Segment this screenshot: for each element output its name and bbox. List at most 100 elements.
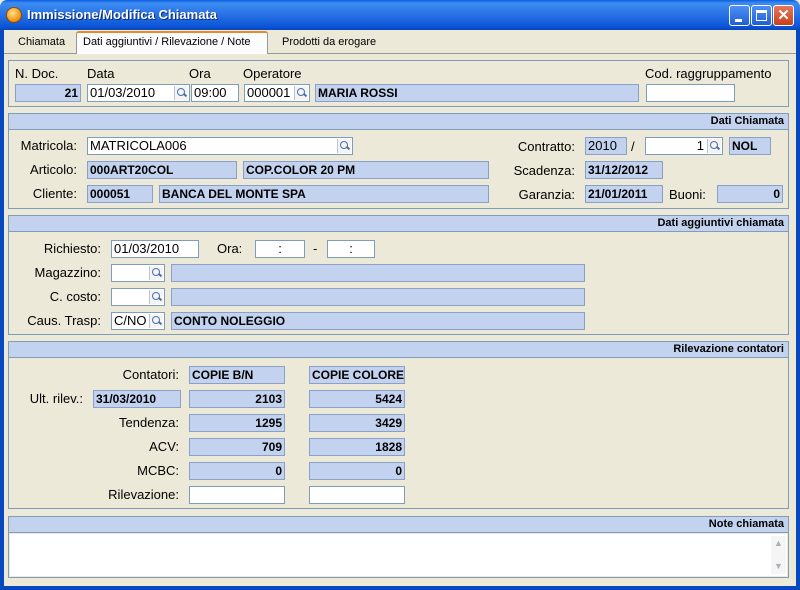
note-textarea[interactable] bbox=[10, 534, 787, 576]
lookup-icon[interactable] bbox=[294, 86, 308, 100]
articolo-code-field: 000ART20COL bbox=[87, 161, 237, 179]
data-value: 01/03/2010 bbox=[90, 85, 156, 100]
minimize-icon bbox=[735, 19, 742, 22]
lookup-icon[interactable] bbox=[149, 266, 163, 280]
contratto-separator: / bbox=[631, 139, 635, 154]
operatore-code-field[interactable]: 000001 bbox=[244, 84, 310, 102]
maximize-icon bbox=[756, 10, 767, 21]
ccosto-desc-field bbox=[171, 288, 585, 306]
window-title: Immissione/Modifica Chiamata bbox=[27, 7, 217, 22]
minimize-button[interactable] bbox=[729, 5, 750, 26]
contratto-num-value: 1 bbox=[696, 138, 704, 153]
close-button[interactable]: ✕ bbox=[773, 5, 794, 26]
articolo-label: Articolo: bbox=[30, 162, 77, 177]
matricola-value: MATRICOLA006 bbox=[90, 138, 187, 153]
caus-trasp-code-field[interactable]: C/NO bbox=[111, 312, 165, 330]
cod-raggruppamento-field[interactable] bbox=[646, 84, 735, 102]
rilevazione-panel: Rilevazione contatori Contatori: COPIE B… bbox=[8, 341, 789, 509]
lookup-icon[interactable] bbox=[149, 314, 163, 328]
operatore-name-field: MARIA ROSSI bbox=[315, 84, 639, 102]
data-label: Data bbox=[87, 66, 115, 81]
acv-bn-field: 709 bbox=[189, 438, 285, 456]
magazzino-desc-field bbox=[171, 264, 585, 282]
col-header-bn: COPIE B/N bbox=[189, 366, 285, 384]
title-bar: Immissione/Modifica Chiamata ✕ bbox=[0, 0, 800, 30]
header-panel: N. Doc. 21 Data 01/03/2010 Ora 09:00 Ope… bbox=[8, 60, 789, 107]
tendenza-bn-field: 1295 bbox=[189, 414, 285, 432]
matricola-label: Matricola: bbox=[20, 138, 77, 153]
caus-trasp-desc-field: CONTO NOLEGGIO bbox=[171, 312, 585, 330]
note-panel: Note chiamata ▲ ▼ bbox=[8, 516, 789, 578]
note-scrollbar[interactable]: ▲ ▼ bbox=[771, 536, 786, 574]
garanzia-field: 21/01/2011 bbox=[585, 185, 663, 203]
articolo-desc-field: COP.COLOR 20 PM bbox=[243, 161, 489, 179]
maximize-button[interactable] bbox=[751, 5, 772, 26]
dati-aggiuntivi-header: Dati aggiuntivi chiamata bbox=[9, 216, 788, 232]
ora-range-separator: - bbox=[313, 241, 318, 256]
contratto-anno-field: 2010 bbox=[585, 137, 627, 155]
tab-dati-aggiuntivi[interactable]: Dati aggiuntivi / Rilevazione / Note bbox=[76, 31, 268, 54]
ora-label: Ora: bbox=[217, 241, 243, 256]
dati-chiamata-panel: Dati Chiamata Matricola: MATRICOLA006 Co… bbox=[8, 113, 789, 209]
mcbc-colore-field: 0 bbox=[309, 462, 405, 480]
rilevazione-label: Rilevazione: bbox=[108, 487, 179, 502]
rilevazione-bn-input[interactable] bbox=[189, 486, 285, 504]
tab-chiamata[interactable]: Chiamata bbox=[12, 33, 71, 54]
ora-label: Ora bbox=[189, 66, 211, 81]
note-header: Note chiamata bbox=[9, 517, 788, 533]
magazzino-label: Magazzino: bbox=[34, 265, 101, 280]
scroll-down-icon[interactable]: ▼ bbox=[771, 559, 786, 574]
ora-field[interactable]: 09:00 bbox=[191, 84, 239, 102]
ult-rilev-colore-field: 5424 bbox=[309, 390, 405, 408]
ult-rilev-bn-field: 2103 bbox=[189, 390, 285, 408]
buoni-label: Buoni: bbox=[669, 187, 706, 202]
ult-rilev-date-field: 31/03/2010 bbox=[93, 390, 181, 408]
rilevazione-header: Rilevazione contatori bbox=[9, 342, 788, 358]
matricola-field[interactable]: MATRICOLA006 bbox=[87, 137, 353, 155]
richiesto-field[interactable]: 01/03/2010 bbox=[111, 240, 199, 258]
contatori-label: Contatori: bbox=[122, 367, 179, 382]
ult-rilev-label: Ult. rilev.: bbox=[29, 391, 83, 406]
contratto-label: Contratto: bbox=[517, 139, 575, 154]
lookup-icon[interactable] bbox=[337, 139, 351, 153]
ora-a-field[interactable]: : bbox=[327, 240, 375, 258]
scadenza-field: 31/12/2012 bbox=[585, 161, 663, 179]
contratto-num-field[interactable]: 1 bbox=[645, 137, 723, 155]
acv-colore-field: 1828 bbox=[309, 438, 405, 456]
tendenza-colore-field: 3429 bbox=[309, 414, 405, 432]
n-doc-field: 21 bbox=[15, 84, 81, 102]
operatore-code-value: 000001 bbox=[247, 85, 291, 100]
mcbc-bn-field: 0 bbox=[189, 462, 285, 480]
scadenza-label: Scadenza: bbox=[513, 163, 575, 178]
scroll-up-icon[interactable]: ▲ bbox=[771, 536, 786, 551]
dati-aggiuntivi-panel: Dati aggiuntivi chiamata Richiesto: 01/0… bbox=[8, 215, 789, 335]
caus-trasp-code-value: C/NO bbox=[114, 313, 147, 328]
lookup-icon[interactable] bbox=[707, 139, 721, 153]
contratto-tipo-field: NOL bbox=[729, 137, 771, 155]
app-icon bbox=[6, 7, 22, 23]
garanzia-label: Garanzia: bbox=[518, 187, 575, 202]
n-doc-label: N. Doc. bbox=[15, 66, 59, 81]
cod-raggruppamento-label: Cod. raggruppamento bbox=[645, 66, 772, 81]
close-icon: ✕ bbox=[777, 7, 790, 24]
lookup-icon[interactable] bbox=[174, 86, 188, 100]
data-field[interactable]: 01/03/2010 bbox=[87, 84, 190, 102]
cliente-code-field: 000051 bbox=[87, 185, 153, 203]
ccosto-label: C. costo: bbox=[49, 289, 101, 304]
acv-label: ACV: bbox=[149, 439, 179, 454]
tab-prodotti[interactable]: Prodotti da erogare bbox=[276, 33, 382, 54]
operatore-label: Operatore bbox=[243, 66, 302, 81]
mcbc-label: MCBC: bbox=[137, 463, 179, 478]
rilevazione-colore-input[interactable] bbox=[309, 486, 405, 504]
ccosto-code-field[interactable] bbox=[111, 288, 165, 306]
ora-da-field[interactable]: : bbox=[255, 240, 305, 258]
tab-strip: Chiamata Dati aggiuntivi / Rilevazione /… bbox=[4, 30, 796, 54]
col-header-colore: COPIE COLORE bbox=[309, 366, 405, 384]
caus-trasp-label: Caus. Trasp: bbox=[27, 313, 101, 328]
cliente-name-field: BANCA DEL MONTE SPA bbox=[159, 185, 489, 203]
dati-chiamata-header: Dati Chiamata bbox=[9, 114, 788, 130]
lookup-icon[interactable] bbox=[149, 290, 163, 304]
buoni-field: 0 bbox=[717, 185, 783, 203]
magazzino-code-field[interactable] bbox=[111, 264, 165, 282]
tendenza-label: Tendenza: bbox=[119, 415, 179, 430]
